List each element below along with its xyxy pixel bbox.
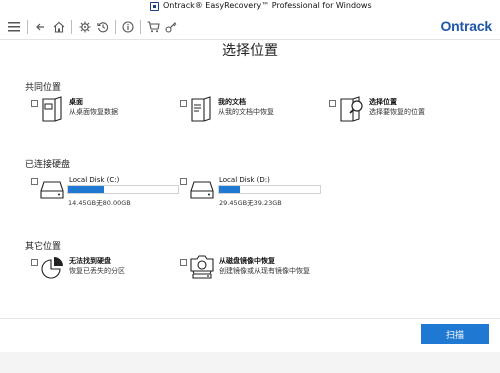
- toolbar-separator: [27, 20, 28, 34]
- disk-name-c: Local Disk (C:): [69, 176, 120, 184]
- section-title-disks: 已连接硬盘: [25, 160, 71, 170]
- checkbox-disk-image[interactable]: [180, 259, 187, 266]
- disk-usage-bar-c: [67, 185, 179, 194]
- footer-divider: [0, 318, 500, 319]
- item-title-lost-partition: 无法找到硬盘: [69, 257, 111, 265]
- brand-logo: Ontrack: [440, 18, 492, 34]
- hard-drive-icon: [190, 180, 214, 204]
- documents-folder-icon: [190, 96, 214, 126]
- key-icon[interactable]: [163, 19, 179, 35]
- menu-icon[interactable]: [6, 19, 22, 35]
- window-title: Ontrack® EasyRecovery™ Professional for …: [163, 1, 372, 10]
- disk-size-d: 29.45GB无39.23GB: [219, 199, 282, 207]
- disk-size-c: 14.45GB无80.00GB: [68, 199, 131, 207]
- item-desc-lost-partition: 恢复已丢失的分区: [69, 267, 125, 275]
- checkbox-choose-location[interactable]: [329, 100, 336, 107]
- disk-usage-bar-d: [218, 185, 321, 194]
- item-title-desktop: 桌面: [69, 98, 83, 106]
- disk-image-camera-icon: [189, 254, 215, 284]
- toolbar-separator: [115, 20, 116, 34]
- item-title-choose-location: 选择位置: [369, 98, 397, 106]
- folder-search-icon: [339, 96, 365, 126]
- toolbar-separator: [140, 20, 141, 34]
- desktop-folder-icon: [41, 96, 65, 126]
- item-title-disk-image: 从磁盘镜像中恢复: [219, 257, 275, 265]
- checkbox-lost-partition[interactable]: [31, 259, 38, 266]
- hard-drive-icon: [40, 180, 64, 204]
- item-title-documents: 我的文档: [218, 98, 246, 106]
- status-strip: [0, 352, 500, 373]
- page-title: 选择位置: [222, 43, 278, 59]
- toolbar-separator: [71, 20, 72, 34]
- disk-usage-fill-c: [68, 186, 105, 193]
- title-bar: Ontrack® EasyRecovery™ Professional for …: [0, 0, 500, 14]
- section-title-common: 共同位置: [25, 83, 62, 93]
- back-icon[interactable]: [33, 19, 47, 35]
- cart-icon[interactable]: [145, 19, 161, 35]
- item-desc-choose-location: 选择要恢复的位置: [369, 108, 425, 116]
- disk-name-d: Local Disk (D:): [219, 176, 270, 184]
- app-logo-icon: [150, 2, 159, 11]
- checkbox-disk-d[interactable]: [180, 178, 187, 185]
- item-desc-disk-image: 创建镜像或从现有镜像中恢复: [219, 267, 310, 275]
- section-title-other: 其它位置: [25, 242, 62, 252]
- toolbar: Ontrack: [0, 14, 500, 40]
- scan-button[interactable]: 扫描: [421, 324, 489, 344]
- checkbox-disk-c[interactable]: [31, 178, 38, 185]
- home-icon[interactable]: [51, 19, 67, 35]
- info-icon[interactable]: [120, 19, 136, 35]
- pie-partition-icon: [40, 255, 66, 285]
- gear-icon[interactable]: [77, 19, 93, 35]
- history-icon[interactable]: [95, 19, 111, 35]
- disk-usage-fill-d: [219, 186, 241, 193]
- item-desc-desktop: 从桌面恢复数据: [69, 108, 118, 116]
- checkbox-documents[interactable]: [180, 100, 187, 107]
- checkbox-desktop[interactable]: [31, 100, 38, 107]
- item-desc-documents: 从我的文档中恢复: [218, 108, 274, 116]
